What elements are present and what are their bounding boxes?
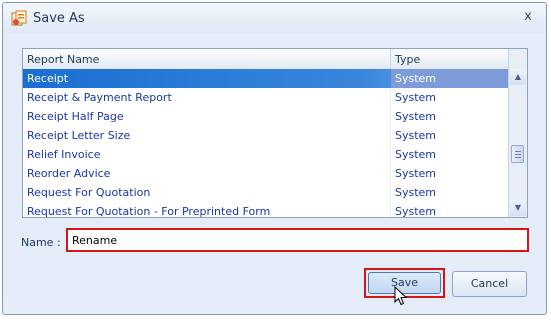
scroll-down-arrow-icon[interactable]: ▼	[510, 200, 526, 216]
column-divider	[390, 164, 391, 183]
column-divider	[390, 88, 391, 107]
table-row[interactable]: Request For Quotation System	[23, 183, 509, 202]
app-icon	[11, 10, 27, 26]
cell-report-name: Receipt	[27, 72, 69, 85]
grip-line	[515, 154, 521, 155]
column-header-report-name[interactable]: Report Name	[27, 53, 99, 66]
table-row[interactable]: Receipt & Payment Report System	[23, 88, 509, 107]
grip-line	[515, 157, 521, 158]
cell-type: System	[395, 186, 437, 199]
table-row[interactable]: Reorder Advice System	[23, 164, 509, 183]
cell-type: System	[395, 205, 437, 218]
cell-report-name: Request For Quotation - For Preprinted F…	[27, 205, 271, 218]
grip-line	[515, 151, 521, 152]
column-divider	[390, 145, 391, 164]
mouse-pointer-icon	[394, 286, 408, 306]
cell-type: System	[395, 110, 437, 123]
cell-report-name: Relief Invoice	[27, 148, 101, 161]
cell-type: System	[395, 72, 437, 85]
vertical-scrollbar[interactable]: ▲ ▼	[508, 49, 527, 217]
grid-rows: Receipt System Receipt & Payment Report …	[23, 69, 509, 218]
column-divider	[390, 183, 391, 202]
cancel-button[interactable]: Cancel	[452, 271, 527, 297]
title-bar[interactable]: Save As x	[3, 3, 546, 33]
cell-type: System	[395, 129, 437, 142]
dialog-title: Save As	[33, 11, 85, 26]
cell-report-name: Reorder Advice	[27, 167, 111, 180]
column-header-type[interactable]: Type	[395, 53, 420, 66]
table-row-selected[interactable]: Receipt System	[23, 69, 509, 88]
scroll-thumb[interactable]	[511, 145, 524, 163]
report-grid[interactable]: Report Name Type Receipt System Receipt …	[22, 48, 528, 218]
table-row[interactable]: Receipt Half Page System	[23, 107, 509, 126]
column-divider	[390, 126, 391, 145]
cell-type: System	[395, 91, 437, 104]
table-row[interactable]: Request For Quotation - For Preprinted F…	[23, 202, 509, 218]
save-as-dialog: Save As x Report Name Type Receipt Syste…	[2, 2, 547, 315]
cell-report-name: Receipt Half Page	[27, 110, 124, 123]
close-icon[interactable]: x	[520, 9, 536, 25]
name-input[interactable]	[66, 228, 529, 252]
column-divider	[390, 49, 391, 69]
name-label: Name :	[21, 236, 61, 249]
cell-report-name: Receipt Letter Size	[27, 129, 131, 142]
cell-type: System	[395, 148, 437, 161]
scroll-up-arrow-icon[interactable]: ▲	[510, 69, 526, 85]
table-row[interactable]: Receipt Letter Size System	[23, 126, 509, 145]
grid-header: Report Name Type	[23, 49, 509, 70]
cell-type: System	[395, 167, 437, 180]
table-row[interactable]: Relief Invoice System	[23, 145, 509, 164]
column-divider	[390, 107, 391, 126]
cell-report-name: Request For Quotation	[27, 186, 151, 199]
cell-report-name: Receipt & Payment Report	[27, 91, 172, 104]
column-divider	[390, 202, 391, 217]
